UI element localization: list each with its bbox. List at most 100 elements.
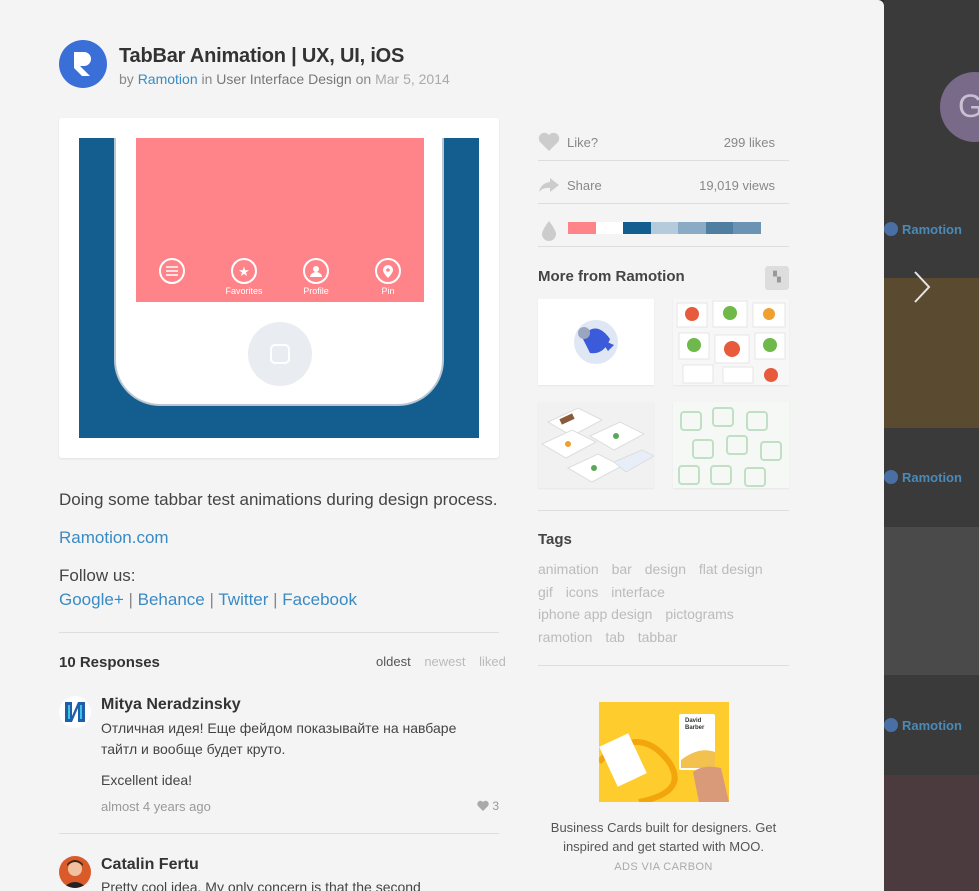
more-shot-thumbnail[interactable] [538, 299, 654, 385]
like-button[interactable]: Like? [567, 135, 598, 150]
tag-link[interactable]: bar [612, 561, 632, 577]
tag-link[interactable]: flat design [699, 561, 763, 577]
tag-link[interactable]: interface [611, 584, 665, 600]
share-row[interactable]: Share 19,019 views [538, 164, 789, 204]
ad-via-label[interactable]: ADS VIA CARBON [538, 861, 789, 873]
color-palette [568, 222, 761, 234]
comment-author[interactable]: Catalin Fertu [101, 856, 199, 874]
views-count: 19,019 views [699, 178, 775, 193]
comment-text: Отличная идея! Еще фейдом показывайте на… [101, 720, 457, 757]
heart-icon [538, 132, 560, 151]
behance-link[interactable]: Behance [138, 590, 205, 609]
follow-us-label: Follow us: [59, 566, 136, 585]
comment-timestamp[interactable]: almost 4 years ago [101, 799, 211, 814]
twitter-link[interactable]: Twitter [218, 590, 268, 609]
category-link[interactable]: User Interface Design [216, 71, 351, 87]
shot-header: TabBar Animation | UX, UI, iOS by Ramoti… [59, 40, 759, 90]
google-plus-link[interactable]: Google+ [59, 590, 124, 609]
tab-menu [142, 258, 202, 298]
background-author-link[interactable]: Ramotion [884, 470, 979, 485]
tag-link[interactable]: tabbar [638, 629, 678, 645]
divider [59, 833, 499, 834]
menu-icon [159, 258, 185, 284]
heart-icon [477, 800, 489, 811]
sort-liked[interactable]: liked [479, 654, 506, 669]
website-link[interactable]: Ramotion.com [59, 528, 169, 548]
color-swatch[interactable] [650, 222, 678, 234]
color-swatch[interactable] [705, 222, 733, 234]
facebook-link[interactable]: Facebook [282, 590, 357, 609]
tag-link[interactable]: pictograms [665, 606, 733, 622]
tag-link[interactable]: ramotion [538, 629, 592, 645]
tag-link[interactable]: design [645, 561, 686, 577]
shot-date[interactable]: Mar 5, 2014 [375, 71, 450, 87]
color-swatch[interactable] [595, 222, 623, 234]
phone-mockup: ★ Favorites Profile Pin [114, 138, 444, 406]
shot-description: Doing some tabbar test animations during… [59, 490, 498, 509]
phone-screen: ★ Favorites Profile Pin [136, 138, 424, 302]
divider [538, 510, 789, 511]
social-links: Google+ | Behance | Twitter | Facebook [59, 590, 357, 609]
more-shot-thumbnail[interactable] [673, 402, 789, 488]
comment-text: Pretty cool idea. My only concern is tha… [101, 879, 421, 891]
tag-link[interactable]: iphone app design [538, 606, 652, 622]
comment: Catalin Fertu Pretty cool idea. My only … [59, 856, 499, 891]
shot-image[interactable]: ★ Favorites Profile Pin [79, 138, 479, 438]
background-avatar: G [940, 72, 979, 142]
tab-pin: Pin [358, 258, 418, 298]
background-author-link[interactable]: Ramotion [884, 222, 979, 237]
ad-card-name: David Barber [685, 718, 705, 731]
background-page: G Ramotion Ramotion Ramotion [884, 0, 979, 891]
color-swatch[interactable] [568, 222, 596, 234]
likes-count[interactable]: 299 likes [724, 135, 775, 150]
ad-image[interactable]: David Barber [599, 702, 729, 802]
profile-icon [303, 258, 329, 284]
tab-profile: Profile [286, 258, 346, 298]
share-arrow-icon [539, 178, 559, 192]
share-button[interactable]: Share [567, 178, 602, 193]
comment-text: Excellent idea! [101, 772, 193, 788]
more-from-title: More from Ramotion [538, 268, 685, 285]
color-palette-row [538, 207, 789, 247]
shot-modal: TabBar Animation | UX, UI, iOS by Ramoti… [0, 0, 884, 891]
sort-oldest[interactable]: oldest [376, 654, 411, 669]
color-drop-icon [542, 221, 556, 241]
pin-icon [375, 258, 401, 284]
tag-link[interactable]: tab [605, 629, 624, 645]
background-shot-thumbnail[interactable] [884, 775, 979, 891]
color-swatch[interactable] [623, 222, 651, 234]
next-shot-arrow-icon[interactable] [912, 270, 942, 310]
comment: Mitya Neradzinsky Отличная идея! Еще фей… [59, 696, 499, 826]
sort-newest[interactable]: newest [424, 654, 465, 669]
responses-sort: oldest newest liked [366, 654, 506, 669]
comment-author[interactable]: Mitya Neradzinsky [101, 696, 241, 714]
comment-likes[interactable]: 3 [477, 799, 499, 813]
background-author-link[interactable]: Ramotion [884, 718, 979, 733]
shot-byline: by Ramotion in User Interface Design on … [119, 71, 450, 87]
color-swatch[interactable] [733, 222, 761, 234]
tag-link[interactable]: animation [538, 561, 599, 577]
phone-home-button [248, 322, 312, 386]
shot-title: TabBar Animation | UX, UI, iOS [119, 45, 405, 67]
ad-text[interactable]: Business Cards built for designers. Get … [538, 818, 789, 856]
ramotion-logo-icon[interactable] [59, 40, 107, 88]
tab-favorites: ★ Favorites [214, 258, 274, 298]
color-swatch[interactable] [678, 222, 706, 234]
tag-link[interactable]: gif [538, 584, 553, 600]
tags-title: Tags [538, 531, 572, 548]
avatar[interactable] [59, 856, 91, 888]
avatar[interactable] [59, 696, 91, 728]
author-link[interactable]: Ramotion [138, 71, 198, 87]
tag-link[interactable]: icons [566, 584, 599, 600]
shot-image-frame[interactable]: ★ Favorites Profile Pin [59, 118, 499, 458]
more-shot-thumbnail[interactable] [673, 299, 789, 385]
responses-heading: 10 Responses [59, 654, 160, 671]
divider [59, 632, 499, 633]
more-shot-thumbnail[interactable] [538, 402, 654, 488]
background-shot-thumbnail[interactable] [884, 527, 979, 675]
star-icon: ★ [231, 258, 257, 284]
background-meta [884, 190, 979, 210]
more-shots-icon[interactable]: ▚ [765, 266, 789, 290]
like-row[interactable]: Like? 299 likes [538, 121, 789, 161]
divider [538, 665, 789, 666]
